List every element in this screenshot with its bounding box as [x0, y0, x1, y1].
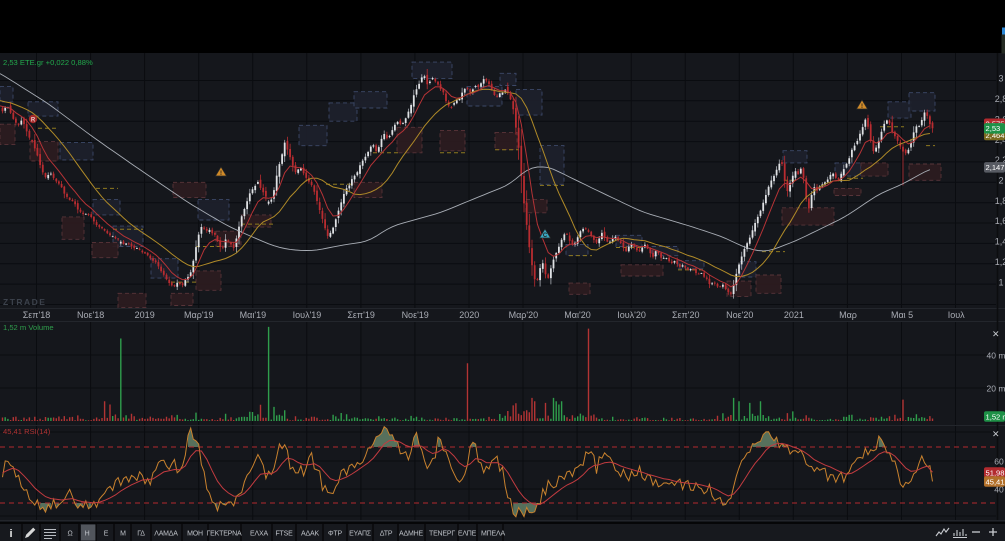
svg-text:!: ! — [220, 171, 222, 177]
svg-text:45,41: 45,41 — [986, 477, 1005, 486]
svg-text:Μαρ: Μαρ — [839, 310, 857, 320]
svg-text:Ε: Ε — [104, 531, 109, 538]
svg-text:2019: 2019 — [135, 310, 155, 320]
svg-text:2: 2 — [998, 176, 1003, 186]
svg-text:ΑΔΑΚ: ΑΔΑΚ — [301, 531, 319, 538]
svg-text:20 m: 20 m — [987, 384, 1005, 394]
svg-text:ΦΤΡ: ΦΤΡ — [328, 531, 342, 538]
svg-text:ΔΤΡ: ΔΤΡ — [380, 531, 393, 538]
svg-text:i: i — [9, 528, 12, 540]
svg-text:45,41 RSI(14): 45,41 RSI(14) — [3, 427, 51, 436]
svg-text:2021: 2021 — [784, 310, 804, 320]
svg-text:1: 1 — [998, 277, 1003, 287]
svg-text:ΓΕΚΤΕΡΝΑ: ΓΕΚΤΕΡΝΑ — [207, 531, 242, 538]
svg-text:Νοε'19: Νοε'19 — [402, 310, 429, 320]
svg-text:2020: 2020 — [459, 310, 479, 320]
svg-text:✕: ✕ — [992, 329, 1000, 339]
svg-text:Ω: Ω — [67, 531, 72, 538]
svg-text:Σεπ'20: Σεπ'20 — [672, 310, 700, 320]
svg-text:3: 3 — [998, 74, 1003, 84]
svg-text:ΕΛΠΕ: ΕΛΠΕ — [458, 531, 477, 538]
svg-text:✕: ✕ — [992, 429, 1000, 439]
svg-text:1,52 m: 1,52 m — [986, 412, 1005, 421]
svg-text:Ιουλ'20: Ιουλ'20 — [617, 310, 646, 320]
svg-text:Μ: Μ — [120, 531, 126, 538]
svg-text:Σεπ'19: Σεπ'19 — [347, 310, 375, 320]
svg-text:60: 60 — [994, 457, 1004, 467]
svg-text:FTSE: FTSE — [275, 531, 293, 538]
svg-text:Μαι'20: Μαι'20 — [564, 310, 590, 320]
svg-text:Ιουλ'19: Ιουλ'19 — [293, 310, 322, 320]
svg-text:ΜΠΕΛΑ: ΜΠΕΛΑ — [481, 531, 505, 538]
svg-text:Νοε'20: Νοε'20 — [726, 310, 753, 320]
svg-text:51,98: 51,98 — [986, 468, 1005, 477]
svg-text:ΑΔΜΗΕ: ΑΔΜΗΕ — [399, 531, 423, 538]
svg-text:1,52 m Volume: 1,52 m Volume — [3, 323, 54, 332]
svg-text:Ιουλ: Ιουλ — [948, 310, 965, 320]
svg-text:1,4: 1,4 — [995, 237, 1005, 247]
svg-text:1,2: 1,2 — [995, 257, 1005, 267]
svg-text:Σεπ'18: Σεπ'18 — [23, 310, 51, 320]
svg-text:Η: Η — [85, 531, 90, 538]
svg-text:ΓΔ: ΓΔ — [137, 531, 145, 538]
svg-text:ΕΥΑΠΣ: ΕΥΑΠΣ — [349, 531, 372, 538]
svg-text:ΕΛΧΑ: ΕΛΧΑ — [250, 531, 268, 538]
svg-text:40 m: 40 m — [987, 351, 1005, 361]
svg-text:R: R — [31, 118, 36, 124]
svg-text:2,1471: 2,1471 — [986, 163, 1005, 172]
svg-text:!: ! — [861, 104, 863, 110]
svg-text:Μαρ'20: Μαρ'20 — [509, 310, 539, 320]
svg-text:C: C — [543, 233, 548, 239]
svg-text:2,8: 2,8 — [995, 94, 1005, 104]
svg-text:2,53 ETE.gr +0,022 0,88%: 2,53 ETE.gr +0,022 0,88% — [3, 58, 93, 67]
svg-text:2,53: 2,53 — [986, 124, 1001, 133]
svg-text:Μαι 5: Μαι 5 — [891, 310, 913, 320]
svg-text:ZTRADE: ZTRADE — [3, 297, 46, 307]
svg-text:Μαι'19: Μαι'19 — [240, 310, 266, 320]
svg-text:1,6: 1,6 — [995, 216, 1005, 226]
svg-text:1,8: 1,8 — [995, 196, 1005, 206]
svg-text:Μαρ'19: Μαρ'19 — [184, 310, 214, 320]
svg-text:ΛΑΜΔΑ: ΛΑΜΔΑ — [154, 531, 178, 538]
svg-text:Νοε'18: Νοε'18 — [77, 310, 104, 320]
svg-text:ΜΟΗ: ΜΟΗ — [187, 531, 203, 538]
svg-text:ΤΕΝΕΡΓ: ΤΕΝΕΡΓ — [429, 531, 455, 538]
